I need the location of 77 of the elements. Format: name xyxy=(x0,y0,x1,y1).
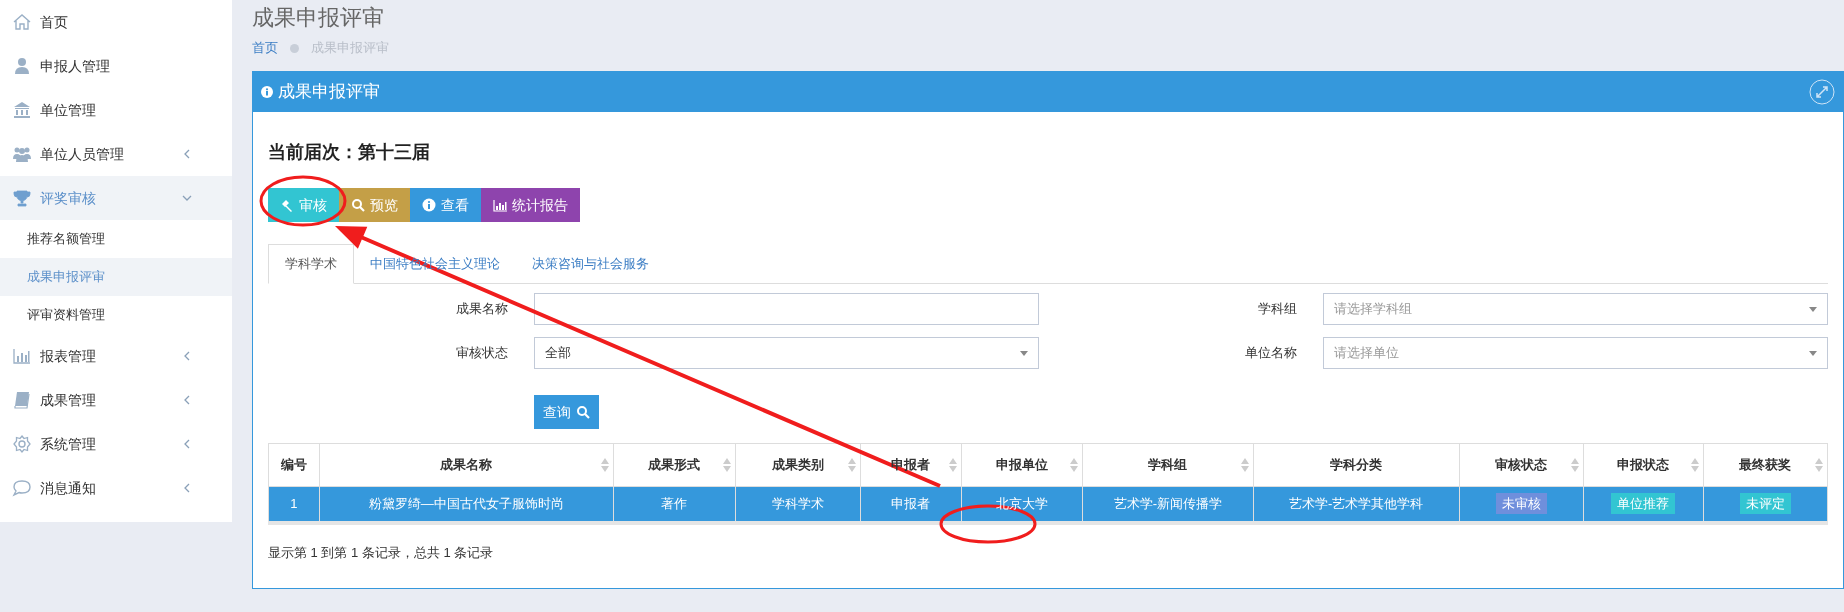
info-icon xyxy=(261,86,273,98)
table-cell: 1 xyxy=(268,486,320,523)
chevron-down-icon xyxy=(182,193,192,203)
session-heading: 当前届次：第十三届 xyxy=(268,141,430,164)
column-header[interactable]: 成果类别 xyxy=(735,443,861,487)
sidebar-item[interactable]: 成果管理 xyxy=(0,378,232,422)
search-icon xyxy=(576,405,590,419)
sort-arrows-icon xyxy=(722,457,731,473)
table-cell: 粉黛罗绮—中国古代女子服饰时尚 xyxy=(319,486,614,523)
gavel-icon xyxy=(280,198,294,212)
action-button[interactable]: 统计报告 xyxy=(481,188,580,222)
panel-title: 成果申报评审 xyxy=(278,81,380,104)
chat-bubble-icon xyxy=(12,478,32,498)
chevron-left-icon xyxy=(182,395,192,405)
column-header: 学科分类 xyxy=(1253,443,1460,487)
breadcrumb-separator xyxy=(290,43,299,53)
text-field[interactable] xyxy=(534,293,1039,325)
table-cell: 学科学术 xyxy=(735,486,861,523)
bar-chart-icon xyxy=(12,346,32,366)
status-badge: 未审核 xyxy=(1495,493,1547,514)
sidebar-subitem[interactable]: 评审资料管理 xyxy=(0,296,232,334)
tab[interactable]: 决策咨询与社会服务 xyxy=(516,244,665,284)
dropdown-caret-icon xyxy=(1809,306,1817,312)
column-header[interactable]: 学科组 xyxy=(1082,443,1254,487)
dropdown-caret-icon xyxy=(1809,350,1817,356)
sidebar-item[interactable]: 消息通知 xyxy=(0,466,232,510)
table-cell: 艺术学-艺术学其他学科 xyxy=(1253,486,1460,523)
chevron-left-icon xyxy=(182,483,192,493)
trophy-icon xyxy=(12,188,32,208)
sidebar-item[interactable]: 单位人员管理 xyxy=(0,132,232,176)
search-icon xyxy=(351,198,365,212)
sort-arrows-icon xyxy=(1690,457,1699,473)
bar-chart-icon xyxy=(493,198,507,212)
sort-arrows-icon xyxy=(1240,457,1249,473)
sidebar-subitem[interactable]: 推荐名额管理 xyxy=(0,220,232,258)
column-header[interactable]: 成果名称 xyxy=(319,443,614,487)
sidebar-item[interactable]: 系统管理 xyxy=(0,422,232,466)
dropdown-caret-icon xyxy=(1020,350,1028,356)
pagination-info: 显示第 1 到第 1 条记录，总共 1 条记录 xyxy=(268,543,494,562)
sort-arrows-icon xyxy=(1070,457,1079,473)
settings-icon xyxy=(12,434,32,454)
sidebar-item[interactable]: 单位管理 xyxy=(0,88,232,132)
column-header[interactable]: 申报单位 xyxy=(961,443,1083,487)
fullscreen-icon[interactable] xyxy=(1809,79,1835,105)
table-cell: 著作 xyxy=(613,486,736,523)
user-icon xyxy=(12,56,32,76)
column-header[interactable]: 审核状态 xyxy=(1459,443,1584,487)
field-label: 单位名称 xyxy=(1245,345,1297,361)
chevron-left-icon xyxy=(182,439,192,449)
field-label: 学科组 xyxy=(1258,301,1297,317)
column-header[interactable]: 成果形式 xyxy=(613,443,736,487)
page-title: 成果申报评审 xyxy=(252,4,384,32)
sidebar-item[interactable]: 报表管理 xyxy=(0,334,232,378)
status-badge: 单位推荐 xyxy=(1611,493,1676,514)
chevron-left-icon xyxy=(182,149,192,159)
sort-arrows-icon xyxy=(949,457,958,473)
column-header[interactable]: 申报状态 xyxy=(1583,443,1704,487)
select-field[interactable]: 全部 xyxy=(534,337,1039,369)
sidebar-item[interactable]: 首页 xyxy=(0,0,232,44)
info-icon xyxy=(422,198,436,212)
book-icon xyxy=(12,390,32,410)
building-icon xyxy=(12,100,32,120)
sort-arrows-icon xyxy=(1570,457,1579,473)
sort-arrows-icon xyxy=(847,457,856,473)
sidebar-item[interactable]: 申报人管理 xyxy=(0,44,232,88)
table-cell: 艺术学-新闻传播学 xyxy=(1082,486,1254,523)
home-icon xyxy=(12,12,32,32)
field-label: 成果名称 xyxy=(456,301,508,317)
chevron-left-icon xyxy=(182,351,192,361)
sort-arrows-icon xyxy=(601,457,609,473)
column-header[interactable]: 最终获奖 xyxy=(1703,443,1828,487)
tab[interactable]: 学科学术 xyxy=(268,244,354,284)
column-header: 编号 xyxy=(268,443,320,487)
status-badge: 未评定 xyxy=(1739,493,1791,514)
sort-arrows-icon xyxy=(1815,457,1823,473)
breadcrumb-item[interactable]: 首页 xyxy=(252,38,278,58)
field-label: 审核状态 xyxy=(456,345,508,361)
